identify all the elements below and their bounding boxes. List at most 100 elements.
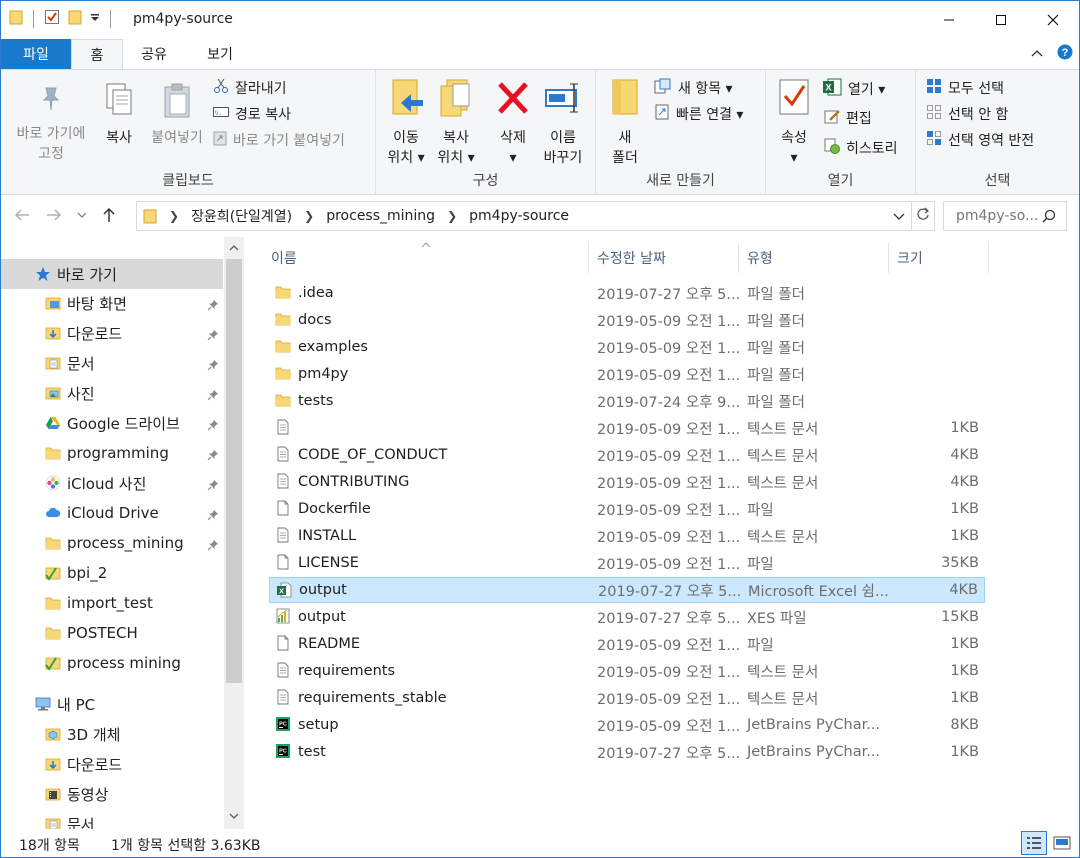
pin-icon[interactable] <box>207 537 219 555</box>
rename-button[interactable]: 이름 바꾸기 <box>538 78 588 168</box>
tab-share[interactable]: 공유 <box>123 39 185 69</box>
address-bar[interactable]: ❯ 장윤희(단일계열) ❯ process_mining ❯ pm4py-sou… <box>136 201 912 231</box>
nav-item[interactable]: 문서 <box>1 348 223 378</box>
copy-to-button[interactable]: 복사 위치 ▾ <box>432 78 480 168</box>
address-dropdown-chevron-icon[interactable] <box>893 210 905 226</box>
file-row[interactable]: INSTALL 2019-05-09 오전 1... 텍스트 문서 1KB <box>269 523 985 549</box>
column-header-size[interactable]: 크기 <box>889 243 989 273</box>
back-arrow-icon[interactable] <box>13 207 31 227</box>
file-row[interactable]: CODE_OF_CONDUCT 2019-05-09 오전 1... 텍스트 문서 4… <box>269 442 985 468</box>
properties-check-icon[interactable] <box>44 9 60 29</box>
nav-item[interactable]: Google 드라이브 <box>1 408 223 438</box>
file-row[interactable]: pm4py 2019-05-09 오전 1... 파일 폴더 <box>269 361 985 387</box>
file-row[interactable]: requirements 2019-05-09 오전 1... 텍스트 문서 1KB <box>269 658 985 684</box>
nav-item[interactable]: POSTECH <box>1 618 223 648</box>
copy-path-button[interactable]: \\.. 경로 복사 <box>213 104 291 124</box>
invert-selection-button[interactable]: 선택 영역 반전 <box>926 130 1034 150</box>
select-all-button[interactable]: 모두 선택 <box>926 78 1004 98</box>
select-none-button[interactable]: 선택 안 함 <box>926 104 1008 124</box>
nav-item[interactable]: 동영상 <box>1 779 223 809</box>
file-row[interactable]: requirements_stable 2019-05-09 오전 1... 텍스트… <box>269 685 985 711</box>
file-row[interactable]: 2019-05-09 오전 1... 텍스트 문서 1KB <box>269 415 985 441</box>
help-icon[interactable]: ? <box>1057 44 1073 64</box>
collapse-ribbon-icon[interactable] <box>1031 46 1043 62</box>
nav-item[interactable]: import_test <box>1 588 223 618</box>
breadcrumb-item[interactable]: pm4py-source <box>469 208 569 224</box>
refresh-button[interactable] <box>911 201 935 231</box>
nav-item[interactable]: 사진 <box>1 378 223 408</box>
tab-file[interactable]: 파일 <box>1 39 71 69</box>
scroll-down-icon[interactable] <box>229 809 239 825</box>
nav-scrollbar[interactable] <box>224 237 244 829</box>
new-folder-icon[interactable] <box>68 9 82 29</box>
recent-locations-chevron-icon[interactable] <box>77 207 87 227</box>
file-row[interactable]: CONTRIBUTING 2019-05-09 오전 1... 텍스트 문서 4KB <box>269 469 985 495</box>
nav-item[interactable]: bpi_2 <box>1 558 223 588</box>
minimize-button[interactable] <box>923 1 975 39</box>
breadcrumb-item[interactable]: 장윤희(단일계열) <box>191 206 292 226</box>
pin-icon[interactable] <box>207 327 219 345</box>
search-box[interactable]: pm4py-so... <box>943 201 1067 231</box>
column-header-type[interactable]: 유형 <box>739 243 889 273</box>
nav-item[interactable]: process mining <box>1 648 223 678</box>
file-row[interactable]: PC test 2019-07-27 오후 5... JetBrains PyChar… <box>269 739 985 765</box>
breadcrumb-item[interactable]: process_mining <box>326 208 435 224</box>
search-input[interactable]: pm4py-so... <box>956 208 1038 224</box>
large-icons-view-button[interactable] <box>1049 831 1075 855</box>
pin-icon[interactable] <box>207 387 219 405</box>
pin-to-quick-access-button[interactable]: 바로 가기에 고정 <box>9 82 93 164</box>
nav-item[interactable]: iCloud Drive <box>1 498 223 528</box>
paste-shortcut-button[interactable]: 바로 가기 붙여넣기 <box>213 130 345 150</box>
pin-icon[interactable] <box>207 357 219 375</box>
properties-button[interactable]: 속성 ▾ <box>772 78 816 168</box>
pin-icon[interactable] <box>207 507 219 525</box>
easy-access-button[interactable]: 빠른 연결 ▾ <box>654 104 743 124</box>
nav-item[interactable]: 다운로드 <box>1 749 223 779</box>
file-row[interactable]: Xoutput 2019-07-27 오후 5... Microsoft Excel… <box>269 577 985 603</box>
open-button[interactable]: X 열기 ▾ <box>822 78 885 100</box>
details-view-button[interactable] <box>1021 831 1047 855</box>
history-button[interactable]: 히스토리 <box>824 138 898 158</box>
nav-item[interactable]: 바탕 화면 <box>1 288 223 318</box>
pin-icon[interactable] <box>207 447 219 465</box>
copy-button[interactable]: 복사 <box>97 82 141 148</box>
new-item-button[interactable]: 새 항목 ▾ <box>654 78 733 98</box>
file-row[interactable]: LICENSE 2019-05-09 오전 1... 파일 35KB <box>269 550 985 576</box>
forward-arrow-icon[interactable] <box>45 207 63 227</box>
new-folder-button[interactable]: 새 폴더 <box>602 78 648 168</box>
chevron-right-icon[interactable]: ❯ <box>304 209 314 223</box>
nav-item[interactable]: iCloud 사진 <box>1 468 223 498</box>
nav-item[interactable]: 3D 개체 <box>1 719 223 749</box>
close-button[interactable] <box>1027 1 1079 39</box>
up-arrow-icon[interactable] <box>101 206 117 228</box>
edit-button[interactable]: 편집 <box>824 108 872 128</box>
file-row[interactable]: .idea 2019-07-27 오후 5... 파일 폴더 <box>269 280 985 306</box>
file-row[interactable]: docs 2019-05-09 오전 1... 파일 폴더 <box>269 307 985 333</box>
file-row[interactable]: README 2019-05-09 오전 1... 파일 1KB <box>269 631 985 657</box>
scrollbar-thumb[interactable] <box>226 259 242 683</box>
nav-item[interactable]: process_mining <box>1 528 223 558</box>
delete-button[interactable]: 삭제 ▾ <box>488 78 538 168</box>
pin-icon[interactable] <box>207 297 219 315</box>
nav-item[interactable]: 다운로드 <box>1 318 223 348</box>
move-to-button[interactable]: 이동 위치 ▾ <box>382 78 430 168</box>
file-row[interactable]: output 2019-07-27 오후 5... XES 파일 15KB <box>269 604 985 630</box>
column-header-name[interactable]: 이름 <box>263 243 589 273</box>
tab-home[interactable]: 홈 <box>71 39 123 70</box>
column-header-date[interactable]: 수정한 날짜 <box>589 243 739 273</box>
nav-item[interactable]: programming <box>1 438 223 468</box>
chevron-right-icon[interactable]: ❯ <box>447 209 457 223</box>
cut-button[interactable]: 잘라내기 <box>213 78 287 98</box>
customize-toolbar-icon[interactable] <box>90 11 100 27</box>
nav-item[interactable]: 내 PC <box>1 689 223 719</box>
pin-icon[interactable] <box>207 477 219 495</box>
file-row[interactable]: examples 2019-05-09 오전 1... 파일 폴더 <box>269 334 985 360</box>
scroll-up-icon[interactable] <box>229 241 239 257</box>
pin-icon[interactable] <box>207 417 219 435</box>
paste-button[interactable]: 붙여넣기 <box>145 82 209 148</box>
file-row[interactable]: PC setup 2019-05-09 오전 1... JetBrains PyCha… <box>269 712 985 738</box>
maximize-button[interactable] <box>975 1 1027 39</box>
file-row[interactable]: tests 2019-07-24 오후 9... 파일 폴더 <box>269 388 985 414</box>
tab-view[interactable]: 보기 <box>185 39 255 69</box>
nav-item-quick-access[interactable]: 바로 가기 <box>1 259 223 289</box>
